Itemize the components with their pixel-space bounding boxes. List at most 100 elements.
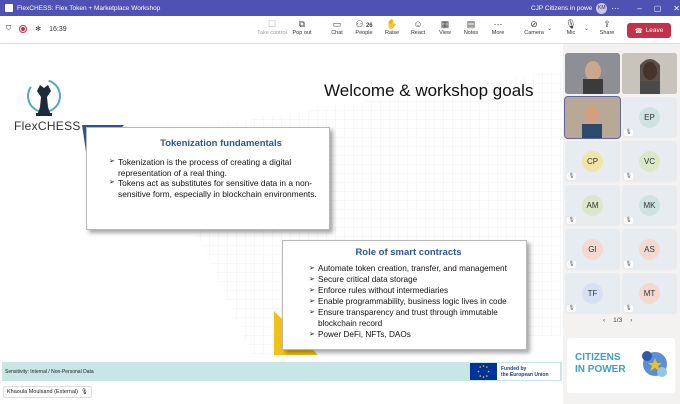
presenter-name-tag: Khaoula Moulsand (External) 🎙: [3, 386, 92, 398]
participant-video-tile[interactable]: [622, 53, 677, 94]
bullet-item: Secure critical data storage: [309, 274, 518, 285]
eu-text-line2: the European Union: [501, 371, 549, 378]
slide-title: Welcome & workshop goals: [324, 81, 534, 100]
mic-muted-icon: 🎙: [567, 217, 576, 224]
recording-icon[interactable]: [19, 25, 28, 33]
people-count: 26: [365, 23, 373, 29]
eu-flag-icon: [470, 363, 497, 380]
svg-text:CITIZENS: CITIZENS: [575, 352, 621, 363]
participant-tile[interactable]: EP 🎙: [622, 97, 677, 138]
people-button[interactable]: ⚇ 26 People: [349, 19, 379, 36]
sensitivity-label: Sensitivity: Internal / Non-Personal Dat…: [5, 369, 94, 375]
participant-avatar: GI: [582, 239, 603, 260]
chevron-right-icon[interactable]: ›: [630, 317, 632, 324]
tokenization-box: Tokenization fundamentals Tokenization i…: [86, 127, 330, 230]
org-name[interactable]: CJP Citizens in powe: [531, 5, 592, 12]
people-icon: ⚇ 26: [355, 19, 373, 29]
participant-video-icon: [622, 53, 677, 94]
page-indicator: 1/3: [613, 317, 623, 324]
participant-tile[interactable]: MT 🎙: [622, 273, 677, 314]
participant-tile[interactable]: GI 🎙: [565, 229, 620, 270]
mic-muted-icon: 🎙: [624, 129, 633, 136]
participant-avatar: AM: [582, 195, 603, 216]
gallery-pager: ‹ 1/3 ›: [603, 317, 632, 324]
share-icon: ⇪: [603, 19, 611, 29]
leave-button[interactable]: ☎ Leave: [627, 23, 671, 38]
maximize-button[interactable]: ▢: [654, 4, 662, 13]
more-button[interactable]: ⋯ More: [483, 19, 513, 36]
phone-icon: ☎: [634, 27, 643, 35]
bullet-item: Enforce rules without intermediaries: [309, 285, 518, 296]
share-button[interactable]: ⇪ Share: [592, 19, 622, 36]
react-button[interactable]: ☺ React: [403, 19, 433, 36]
smile-icon: ☺: [413, 19, 423, 29]
take-control-icon: ☐: [267, 19, 277, 29]
participant-avatar: VC: [639, 151, 660, 172]
title-bar: FlexCHESS: Flex Token + Marketplace Work…: [0, 0, 680, 16]
mic-muted-icon: 🎙: [567, 261, 576, 268]
participant-avatar: TF: [582, 283, 603, 304]
smart-contracts-heading: Role of smart contracts: [355, 247, 462, 258]
chevron-left-icon[interactable]: ‹: [603, 317, 605, 324]
chat-button[interactable]: ▭ Chat: [322, 19, 352, 36]
participant-video-tile[interactable]: [565, 53, 620, 94]
meeting-toolbar: ⛉ ✻ 16:39 ☐ Take control ⧉ Pop out ▭ Cha…: [0, 16, 680, 44]
sparkle-icon[interactable]: ✻: [35, 25, 41, 33]
mic-muted-icon: 🎙: [567, 305, 576, 312]
mic-muted-icon: 🎙: [567, 173, 576, 180]
notes-icon: ▤: [466, 19, 476, 29]
participant-tile[interactable]: VC 🎙: [622, 141, 677, 182]
more-dots-icon: ⋯: [493, 19, 503, 29]
camera-button[interactable]: ⊘ Camera: [519, 19, 549, 36]
user-avatar[interactable]: KM: [596, 2, 608, 14]
bullet-item: Ensure transparency and trust through im…: [309, 307, 518, 329]
notes-button[interactable]: ▤ Notes: [456, 19, 486, 36]
pop-out-button[interactable]: ⧉ Pop out: [287, 19, 317, 36]
mic-muted-icon: 🎙: [624, 261, 633, 268]
bullet-item: Tokens act as substitutes for sensitive …: [109, 178, 319, 199]
mic-muted-icon: 🎙: [624, 305, 633, 312]
pop-out-icon: ⧉: [298, 19, 306, 29]
teams-logo-icon: [5, 4, 13, 12]
mic-off-icon: 🎙: [565, 19, 577, 29]
tokenization-heading: Tokenization fundamentals: [160, 138, 282, 149]
participant-avatar: CP: [582, 151, 603, 172]
take-control-button[interactable]: ☐ Take control: [257, 19, 287, 36]
citizens-in-power-logo: CITIZENS IN POWER: [567, 338, 675, 393]
participant-video-icon: [565, 53, 620, 94]
mic-muted-icon: 🎙: [80, 389, 88, 395]
camera-options-chevron-icon[interactable]: ⌄: [547, 25, 552, 32]
shield-icon[interactable]: ⛉: [6, 25, 11, 33]
bullet-item: Enable programmability, business logic l…: [309, 296, 518, 307]
participant-avatar: MK: [639, 195, 660, 216]
more-icon[interactable]: ⋯: [611, 4, 619, 13]
bullet-item: Tokenization is the process of creating …: [109, 157, 319, 178]
citizens-in-power-logo-image: CITIZENS IN POWER: [575, 351, 667, 377]
chat-icon: ▭: [332, 19, 342, 29]
camera-off-icon: ⊘: [530, 19, 538, 29]
mic-button[interactable]: 🎙 Mic: [556, 19, 586, 36]
participant-tile[interactable]: AM 🎙: [565, 185, 620, 226]
participant-video-icon: [565, 97, 620, 138]
window-title: FlexCHESS: Flex Token + Marketplace Work…: [17, 4, 161, 12]
participant-tile[interactable]: TF 🎙: [565, 273, 620, 314]
close-button[interactable]: ✕: [673, 4, 680, 13]
minimize-button[interactable]: –: [637, 4, 641, 13]
meeting-timer: 16:39: [49, 25, 67, 33]
participant-tile[interactable]: AS 🎙: [622, 229, 677, 270]
presenter-name: Khaoula Moulsand (External): [7, 389, 78, 395]
flexchess-logo-text: FlexCHESS: [14, 119, 81, 133]
mic-muted-icon: 🎙: [624, 217, 633, 224]
eu-funding-logo: Funded by the European Union: [470, 363, 560, 380]
mic-options-chevron-icon[interactable]: ⌄: [584, 25, 589, 32]
participants-panel: EP 🎙 CP 🎙 VC 🎙 AM 🎙 MK 🎙 GI 🎙 AS 🎙 TF 🎙 …: [563, 44, 680, 404]
flexchess-chess-piece-icon: [27, 79, 61, 116]
participant-tile[interactable]: MK 🎙: [622, 185, 677, 226]
participant-avatar: EP: [639, 107, 660, 128]
participant-tile[interactable]: CP 🎙: [565, 141, 620, 182]
bullet-item: Automate token creation, transfer, and m…: [309, 263, 518, 274]
svg-text:IN POWER: IN POWER: [575, 364, 626, 375]
participant-video-tile[interactable]: [564, 96, 621, 139]
participant-avatar: AS: [639, 239, 660, 260]
participant-avatar: MT: [639, 283, 660, 304]
